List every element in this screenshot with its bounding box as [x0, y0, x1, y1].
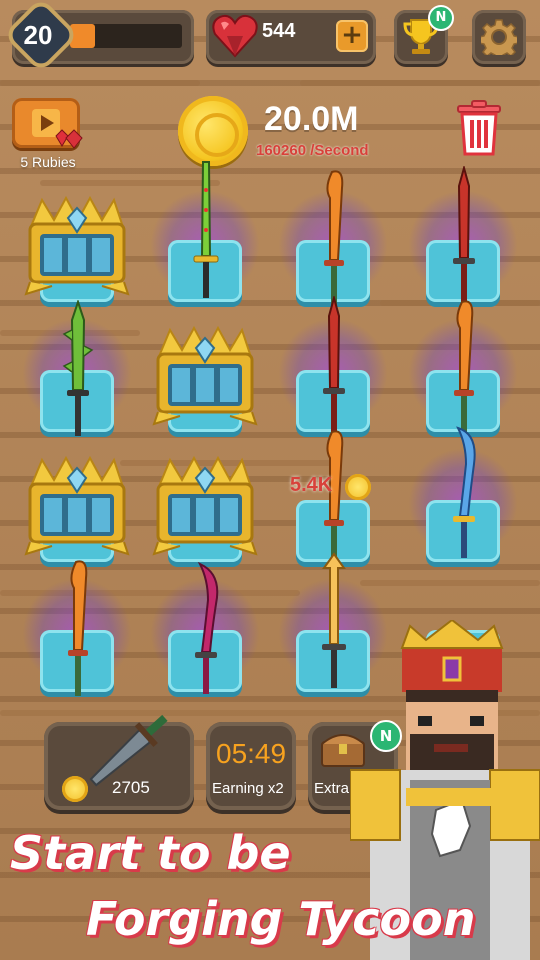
video-reward-label: 5 Rubies [20, 154, 76, 170]
treasure-chest[interactable] [150, 456, 260, 556]
promo-headline-line2: Forging Tycoon [86, 892, 476, 946]
green-sword[interactable] [186, 160, 226, 310]
boost-timer: 05:49 [216, 738, 287, 769]
red-sword[interactable] [314, 296, 354, 446]
orange-blade[interactable] [58, 558, 98, 708]
green-spiked-sword[interactable] [58, 300, 98, 450]
settings-button[interactable] [472, 10, 526, 64]
golden-arrow-sword[interactable] [314, 552, 354, 702]
ruby-count: 544 [262, 20, 296, 42]
blue-scimitar[interactable] [444, 424, 484, 574]
magenta-scimitar[interactable] [186, 560, 226, 710]
xp-progress-bar [70, 24, 182, 48]
boost-label: Earning x2 [212, 780, 284, 797]
coin-icon [62, 776, 88, 802]
ruby-gems-icon [55, 129, 83, 149]
treasure-chest[interactable] [22, 456, 132, 556]
ruby-heart-icon [212, 14, 258, 58]
floating-income-text: 5.4K [290, 474, 333, 496]
watch-video-button[interactable] [12, 98, 83, 149]
level-number: 20 [23, 20, 53, 50]
trash-icon[interactable] [456, 100, 502, 156]
gear-icon [481, 19, 517, 55]
red-sword[interactable] [444, 166, 484, 316]
promo-headline-line1: Start to be [10, 826, 291, 880]
add-rubies-button[interactable]: + [336, 20, 368, 52]
coin-icon [345, 474, 371, 500]
treasure-chest[interactable] [22, 196, 132, 296]
treasure-chest[interactable] [150, 326, 260, 426]
new-badge: N [428, 5, 454, 31]
extra-label: Extra [314, 780, 350, 797]
money-total: 20.0M [264, 100, 359, 138]
buy-price: 2705 [112, 778, 150, 797]
coin-icon [178, 96, 248, 166]
income-rate: 160260 /Second [256, 142, 369, 159]
